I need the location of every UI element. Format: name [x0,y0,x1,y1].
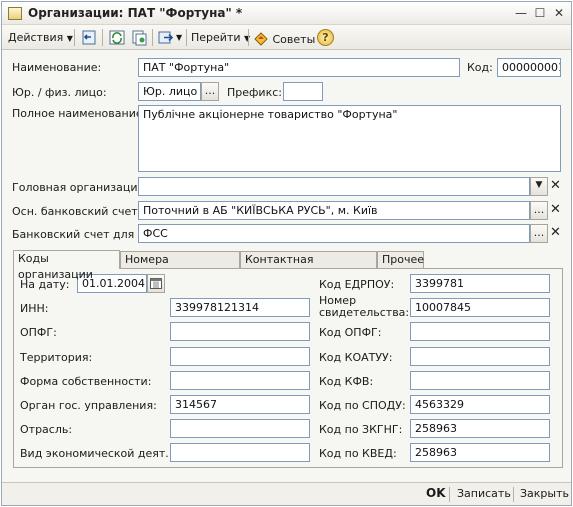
close-form-button[interactable]: Закрыть [520,487,569,500]
name-field[interactable]: ПАТ "Фортуна" [138,58,460,77]
bank-account-for-clear-button[interactable]: ✕ [548,224,563,243]
toolbar-separator [102,29,103,46]
tips-label: Советы [272,33,316,46]
edrpou-field[interactable]: 3399781 [410,274,550,293]
ownership-label: Форма собственности: [20,375,152,388]
toolbar-separator [152,29,153,46]
minimize-button[interactable]: — [513,6,529,21]
zkgng-field[interactable]: 258963 [410,419,550,438]
title-bar: Организации: ПАТ "Фортуна" * — ☐ ✕ [2,2,571,25]
full-name-label: Полное наименование: [12,107,147,120]
tips-button[interactable]: Советы [253,28,315,47]
head-org-clear-button[interactable]: ✕ [548,177,563,196]
koatuu-field[interactable] [410,347,550,366]
activity-label: Вид экономической деят.: [20,447,173,460]
inn-label: ИНН: [20,302,49,315]
kved-label: Код по КВЕД: [319,447,397,460]
refresh-icon[interactable] [108,29,126,46]
prefix-label: Префикс: [227,86,282,99]
head-org-dropdown-button[interactable]: ▼ [530,177,548,196]
bank-account-label: Осн. банковский счет: [12,205,142,218]
close-button[interactable]: ✕ [551,6,567,21]
bottom-bar: OK Записать Закрыть [2,482,571,505]
prefix-field[interactable] [283,82,323,101]
territory-field[interactable] [170,347,310,366]
opfg-label: ОПФГ: [20,326,57,339]
toolbar: Действия ▼ ▼ Перейти ▼ [2,25,571,50]
inn-field[interactable]: 339978121314 [170,298,310,317]
head-org-field[interactable] [138,177,530,196]
calendar-icon [150,278,162,289]
toolbar-separator [248,29,249,46]
bottom-separator [513,487,514,502]
ok-button[interactable]: OK [426,486,446,500]
copy-icon[interactable] [130,29,148,46]
code-opfg-field[interactable] [410,322,550,341]
kfv-field[interactable] [410,371,550,390]
org-codes-panel: На дату: 01.01.2004 ИНН: 339978121314 ОП… [13,268,563,468]
window-title: Организации: ПАТ "Фортуна" * [28,6,243,20]
goto-menu[interactable]: Перейти ▼ [191,28,250,47]
calendar-button[interactable] [147,274,165,293]
person-type-select-button[interactable]: ... [201,82,219,101]
maximize-button[interactable]: ☐ [532,6,548,21]
spodu-field[interactable]: 4563329 [410,395,550,414]
bank-account-select-button[interactable]: ... [530,201,548,220]
industry-field[interactable] [170,419,310,438]
code-label: Код: [467,61,493,74]
tab-org-codes[interactable]: Коды организации [13,250,120,281]
name-label: Наименование: [12,61,102,74]
gov-body-label: Орган гос. управления: [20,399,157,412]
opfg-field[interactable] [170,322,310,341]
tabs-container: Коды организации Номера регистрации Конт… [13,250,563,468]
actions-label: Действия [8,31,64,44]
form-window: Организации: ПАТ "Фортуна" * — ☐ ✕ Дейст… [1,1,572,506]
actions-menu[interactable]: Действия ▼ [8,28,73,47]
person-type-label: Юр. / физ. лицо: [12,86,107,99]
dropdown-arrow-icon: ▼ [66,34,73,43]
bank-account-field[interactable]: Поточний в АБ "КИЇВСЬКА РУСЬ", м. Київ [138,201,530,220]
territory-label: Территория: [20,351,93,364]
tips-icon [254,32,268,46]
industry-label: Отрасль: [20,423,73,436]
go-icon[interactable] [157,29,175,46]
tab-registration-numbers[interactable]: Номера регистрации [120,251,240,282]
zkgng-label: Код по ЗКГНГ: [319,423,403,436]
toolbar-separator [186,29,187,46]
cert-number-label-line2: свидетельства: [319,306,410,319]
save-button[interactable]: Записать [457,487,511,500]
code-field[interactable]: 000000001 [497,58,561,77]
tab-other[interactable]: Прочее [377,251,424,268]
tab-contact-info[interactable]: Контактная информация [240,251,377,282]
koatuu-label: Код КОАТУУ: [319,351,393,364]
head-org-label: Головная организация: [12,181,148,194]
edrpou-label: Код ЕДРПОУ: [319,278,395,291]
cert-number-label: Номер свидетельства: [319,295,409,319]
code-opfg-label: Код ОПФГ: [319,326,382,339]
ownership-field[interactable] [170,371,310,390]
full-name-field[interactable]: Публічне акціонерне товариство "Фортуна" [138,105,561,172]
bank-account-clear-button[interactable]: ✕ [548,201,563,220]
help-icon[interactable]: ? [317,29,334,46]
toolbar-separator [74,29,75,46]
bank-account-for-select-button[interactable]: ... [530,224,548,243]
back-icon[interactable] [80,29,98,46]
spodu-label: Код по СПОДУ: [319,399,406,412]
dropdown-arrow-icon[interactable]: ▼ [176,28,182,47]
kfv-label: Код КФВ: [319,375,374,388]
kved-field[interactable]: 258963 [410,443,550,462]
goto-label: Перейти [191,31,241,44]
bottom-separator [449,487,450,502]
person-type-field[interactable]: Юр. лицо [138,82,201,101]
window-icon [8,7,22,20]
gov-body-field[interactable]: 314567 [170,395,310,414]
bank-account-for-label: Банковский счет для ... [12,228,149,241]
bank-account-for-field[interactable]: ФСС [138,224,530,243]
activity-field[interactable] [170,443,310,462]
cert-number-field[interactable]: 10007845 [410,298,550,317]
